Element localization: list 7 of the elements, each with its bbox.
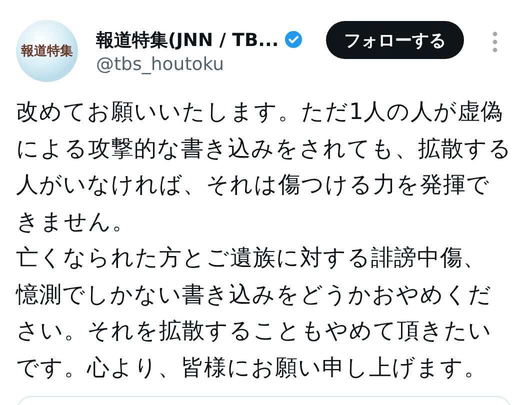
author-handle[interactable]: @tbs_houtoku — [96, 54, 314, 74]
follow-button[interactable]: フォローする — [326, 21, 464, 59]
tweet-text: 改めてお願いいたします。ただ1人の人が虚偽 による攻撃的な書き込みをされても、拡散する 人がいなければ、それは傷つける力を発揮で きません。 — [16, 98, 513, 236]
avatar-logo-text: 報道特集 — [21, 42, 73, 60]
tweet-text: 亡くなられた方とご遺族に対する誹謗中傷、 憶測でしかない書き込みをどうかおやめくだ さい。それを拡散することもやめて頂きたい です。心より、皆様にお願い申し上げます。 — [16, 244, 493, 382]
avatar[interactable]: 報道特集 — [16, 20, 78, 82]
author-name[interactable]: 報道特集(JNN / TB... — [96, 28, 279, 52]
